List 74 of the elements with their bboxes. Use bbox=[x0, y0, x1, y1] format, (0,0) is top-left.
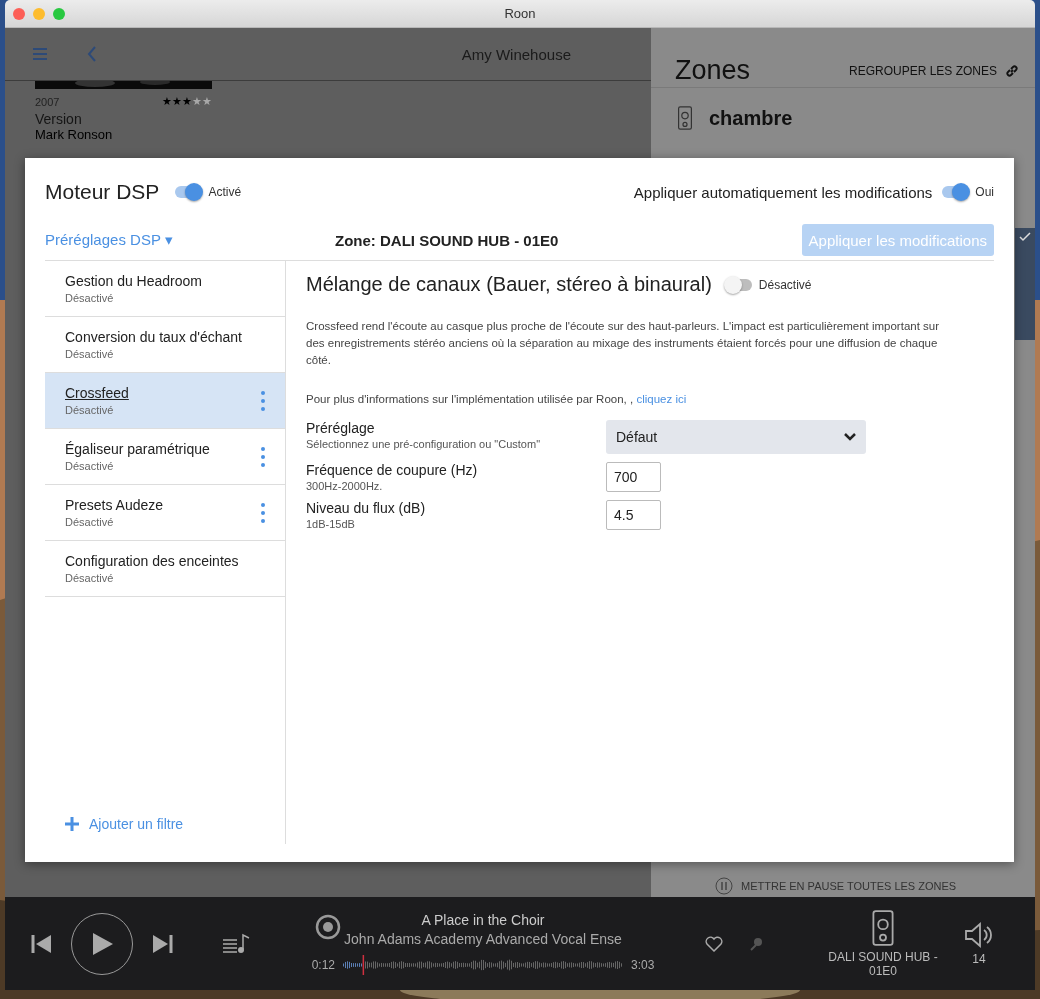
queue-icon[interactable] bbox=[223, 932, 251, 955]
filter-status: Désactivé bbox=[65, 516, 115, 528]
filter-title: Mélange de canaux (Bauer, stéreo à binaural) bbox=[306, 273, 712, 296]
number-field[interactable]: 4.5 bbox=[606, 500, 661, 530]
toggle-label: Désactivé bbox=[758, 277, 812, 292]
toggle-label: Oui bbox=[975, 185, 994, 199]
plus-icon bbox=[65, 817, 79, 831]
play-icon bbox=[91, 931, 113, 956]
track-artist[interactable]: John Adams Academy Advanced Vocal Ense bbox=[344, 931, 622, 947]
filter-item[interactable]: Configuration des enceintes Désactivé bbox=[45, 541, 285, 597]
pause-all-button[interactable]: METTRE EN PAUSE TOUTES LES ZONES bbox=[741, 880, 957, 892]
zone-name[interactable]: chambre bbox=[709, 106, 793, 130]
zone-label: Zone: DALI SOUND HUB - 01E0 bbox=[335, 231, 559, 249]
add-filter-label: Ajouter un filtre bbox=[89, 816, 184, 832]
preset-select[interactable]: Défaut bbox=[606, 420, 866, 454]
filter-item[interactable]: Presets Audeze Désactivé bbox=[45, 485, 285, 541]
link-icon bbox=[1005, 63, 1019, 78]
group-zones-link[interactable]: REGROUPER LES ZONES bbox=[848, 63, 997, 78]
info-text: Pour plus d'informations sur l'implémentation utilisée par Roon, , cliquez ici bbox=[306, 392, 688, 407]
filter-status: Désactivé bbox=[65, 572, 115, 584]
speaker-icon bbox=[677, 106, 693, 130]
chevron-down-icon bbox=[844, 433, 856, 441]
dialog-title: Moteur DSP bbox=[45, 180, 160, 204]
setting-label: Fréquence de coupure (Hz) bbox=[306, 462, 479, 478]
filter-name: Crossfeed bbox=[65, 385, 130, 401]
filter-item[interactable]: Gestion du Headroom Désactivé bbox=[45, 261, 285, 317]
window-title: Roon bbox=[504, 6, 536, 21]
filter-name: Égaliseur paramétrique bbox=[65, 441, 211, 457]
microphone-icon[interactable] bbox=[749, 935, 763, 952]
zones-title: Zones bbox=[675, 55, 751, 86]
more-icon[interactable] bbox=[261, 446, 265, 467]
duration-time: 3:03 bbox=[631, 958, 655, 972]
zoom-button[interactable] bbox=[53, 8, 65, 20]
setting-hint: 1dB-15dB bbox=[306, 518, 356, 530]
close-button[interactable] bbox=[13, 8, 25, 20]
setting-label: Préréglage bbox=[306, 420, 376, 436]
setting-hint: Sélectionnez une pré-configuration ou "Custom" bbox=[306, 438, 542, 450]
filter-status: Désactivé bbox=[65, 292, 115, 304]
toggle-label: Activé bbox=[208, 185, 242, 199]
filter-description: Crossfeed rend l'écoute au casque plus proche de l'écoute sur des haut-parleurs. L'impact est particulièrement important sur des enregistrements stéréo anciens où la séparation au mixage des instruments étaient forcés pour une diffusion de chaque côté. bbox=[306, 319, 941, 368]
filter-status: Désactivé bbox=[65, 404, 115, 416]
pause-icon bbox=[715, 877, 733, 895]
volume-level: 14 bbox=[972, 951, 986, 966]
filter-name: Configuration des enceintes bbox=[65, 553, 240, 569]
setting-hint: 300Hz-2000Hz. bbox=[306, 480, 384, 492]
waveform-drawing[interactable] bbox=[343, 955, 623, 975]
auto-apply-label: Appliquer automatiquement les modifications bbox=[633, 183, 933, 201]
elapsed-time: 0:12 bbox=[311, 958, 335, 972]
more-icon[interactable] bbox=[261, 502, 265, 523]
filter-toggle[interactable] bbox=[725, 278, 752, 291]
track-title[interactable]: A Place in the Choir bbox=[421, 912, 545, 928]
more-info-link[interactable]: cliquez ici bbox=[636, 393, 687, 405]
filter-status: Désactivé bbox=[65, 460, 115, 472]
filter-item[interactable]: Égaliseur paramétrique Désactivé bbox=[45, 429, 285, 485]
radio-icon[interactable] bbox=[315, 914, 341, 940]
auto-apply-toggle[interactable] bbox=[942, 186, 969, 198]
page-title: Amy Winehouse bbox=[461, 45, 571, 63]
filter-name: Gestion du Headroom bbox=[65, 273, 203, 289]
filter-status: Désactivé bbox=[65, 348, 115, 360]
star-rating: ★★★★★ bbox=[162, 95, 212, 108]
previous-icon[interactable] bbox=[31, 934, 51, 953]
check-icon bbox=[1019, 232, 1031, 242]
filter-name: Presets Audeze bbox=[65, 497, 165, 513]
setting-label: Niveau du flux (dB) bbox=[306, 500, 427, 516]
more-icon[interactable] bbox=[261, 390, 265, 411]
volume-icon[interactable] bbox=[965, 921, 993, 948]
zone-button[interactable]: DALI SOUND HUB - 01E0 bbox=[828, 949, 938, 978]
filter-item[interactable]: Crossfeed Désactivé bbox=[45, 373, 285, 429]
number-field[interactable]: 700 bbox=[606, 462, 661, 492]
engine-toggle[interactable] bbox=[175, 186, 202, 198]
filter-name: Conversion du taux d'échant bbox=[65, 329, 243, 345]
speaker-icon bbox=[871, 909, 895, 946]
heart-icon[interactable] bbox=[705, 935, 723, 952]
next-icon[interactable] bbox=[153, 934, 173, 953]
